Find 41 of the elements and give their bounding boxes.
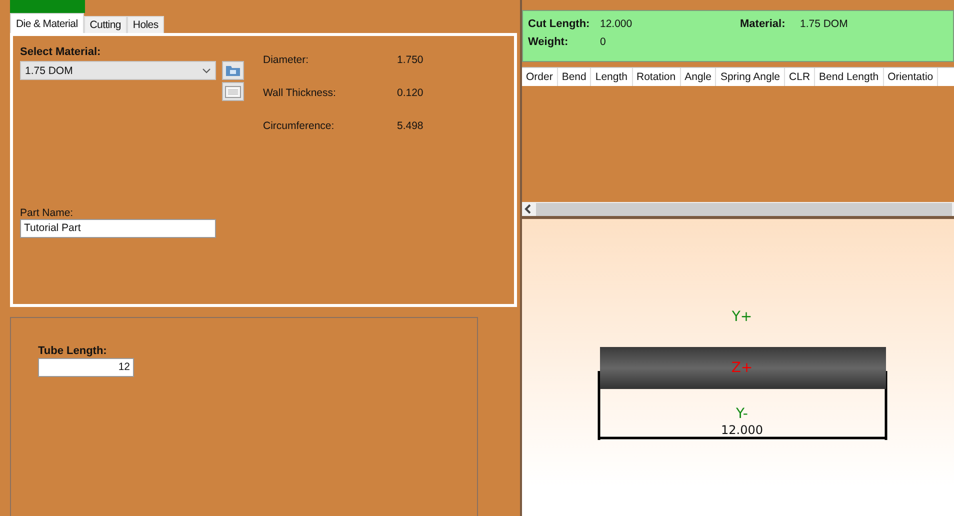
axis-label: Y+ (732, 309, 752, 325)
summary-value: 1.75 DOM (800, 18, 849, 30)
field-label: Tube Length: (38, 345, 108, 357)
column-header[interactable]: CLR (785, 68, 816, 86)
field-label: Part Name: (20, 207, 74, 219)
scroll-left-icon[interactable] (524, 204, 532, 214)
column-header[interactable]: Rotation (632, 68, 681, 86)
folder-button[interactable] (222, 61, 244, 80)
column-header[interactable]: Bend Length (815, 68, 884, 86)
column-header[interactable]: Order (522, 68, 558, 86)
column-header[interactable]: Angle (680, 68, 716, 86)
column-header[interactable]: Spring Angle (716, 68, 786, 86)
list-button[interactable] (222, 82, 244, 101)
column-header[interactable]: Length (591, 68, 632, 86)
tab[interactable]: Holes (126, 16, 164, 33)
property-label: Wall Thickness: (263, 87, 337, 99)
scrollbar[interactable] (522, 202, 954, 219)
property-value: 1.750 (397, 54, 424, 66)
list-icon (225, 86, 241, 98)
property-value: 0.120 (397, 87, 424, 99)
property-label: Circumference: (263, 120, 336, 132)
summary-label: Material: (740, 18, 786, 30)
tab[interactable]: Cutting (84, 16, 127, 33)
chevron-icon (202, 68, 211, 74)
tube-length-field[interactable]: 12 (38, 358, 134, 377)
property-value: 5.498 (397, 120, 424, 132)
dimension-label: 12.000 (721, 423, 763, 437)
axis-label: Y- (736, 406, 748, 422)
folder-icon (225, 64, 241, 77)
summary-value: 12.000 (600, 18, 634, 30)
column-header[interactable]: Orientatio (884, 68, 938, 86)
material-dropdown[interactable]: 1.75 DOM (20, 61, 216, 80)
column-header[interactable]: Bend (558, 68, 592, 86)
tab[interactable]: Die & Material (10, 13, 84, 33)
field-label: Select Material: (20, 46, 102, 58)
summary-label: Cut Length: (528, 18, 591, 30)
axis-label: Z+ (731, 360, 753, 376)
summary-label: Weight: (528, 36, 570, 48)
part-name-field[interactable]: Tutorial Part (20, 219, 216, 238)
summary-value: 0 (600, 36, 607, 48)
property-label: Diameter: (263, 54, 310, 66)
